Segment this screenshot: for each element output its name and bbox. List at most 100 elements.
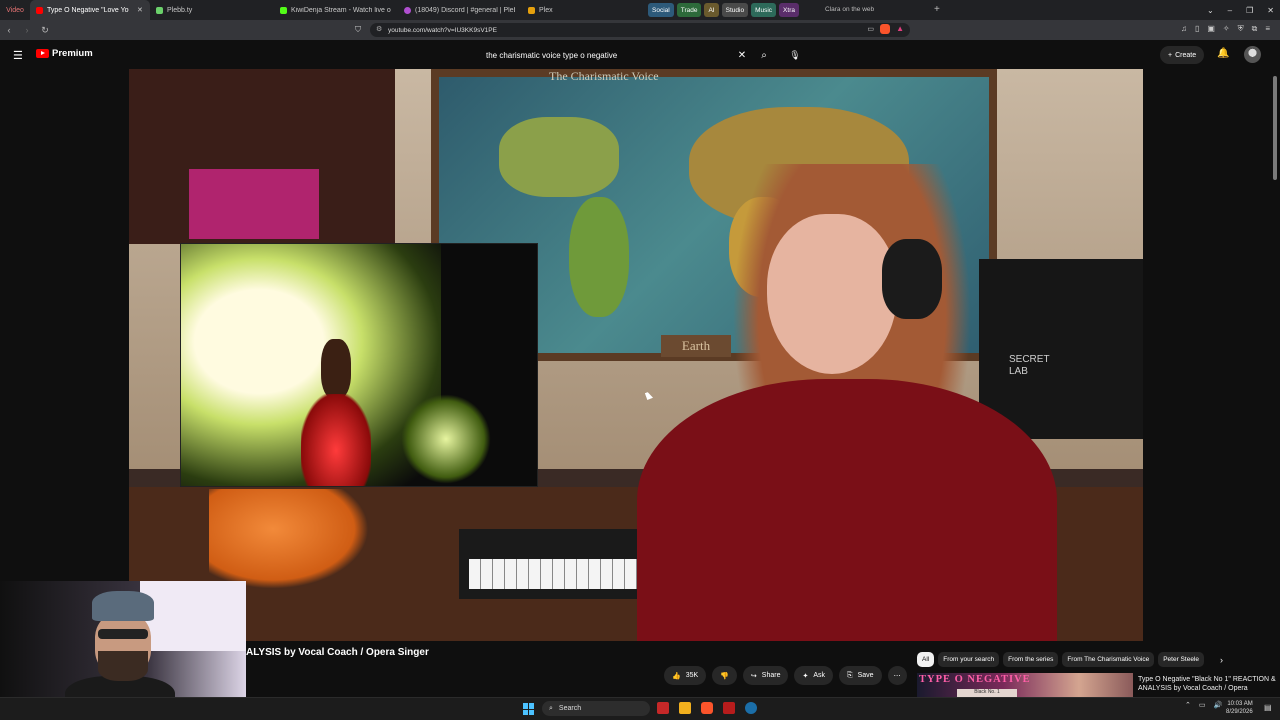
network-icon[interactable]: ▭ bbox=[1199, 701, 1206, 709]
sidebar-icon[interactable]: ▯ bbox=[1195, 24, 1199, 34]
dislike-button[interactable]: 👎 bbox=[712, 666, 737, 685]
create-button[interactable]: + Create bbox=[1160, 46, 1205, 64]
tab-group-trade[interactable]: Trade bbox=[676, 3, 702, 17]
new-tab-icon[interactable]: + bbox=[934, 4, 940, 15]
hamburger-menu-icon[interactable]: ☰ bbox=[13, 49, 23, 62]
page-scrollbar[interactable] bbox=[1273, 76, 1277, 180]
create-label: Create bbox=[1175, 51, 1197, 59]
site-info-icon[interactable]: ⚙ bbox=[376, 25, 382, 33]
cast-icon[interactable]: ▭ bbox=[867, 25, 874, 33]
steam-icon[interactable] bbox=[745, 702, 757, 714]
video-tab-indicator[interactable]: Video bbox=[0, 0, 30, 20]
minimize-icon[interactable]: – bbox=[1228, 6, 1232, 15]
chip-from-your-search[interactable]: From your search bbox=[938, 652, 1000, 667]
microphone-icon[interactable]: 🎙 bbox=[787, 47, 803, 63]
extension-icons: ♫ ▯ ▣ ✧ ⛨ ⧉ ≡ bbox=[1181, 24, 1270, 34]
recommended-title[interactable]: Type O Negative "Black No 1" REACTION & … bbox=[1138, 675, 1276, 693]
tab-plebbty[interactable]: Plebb.ty bbox=[150, 0, 274, 20]
map-land-south-america bbox=[569, 197, 629, 317]
search-input[interactable]: the charismatic voice type o negative bbox=[480, 51, 732, 60]
close-window-icon[interactable]: ✕ bbox=[1267, 6, 1274, 15]
webcam-beard bbox=[98, 651, 148, 681]
youtube-play-icon bbox=[36, 49, 49, 58]
save-label: Save bbox=[857, 672, 874, 679]
inset-figure bbox=[321, 339, 351, 399]
presenter-body bbox=[637, 379, 1057, 641]
video-inset-music-clip bbox=[180, 243, 538, 487]
tab-group-ai[interactable]: AI bbox=[704, 3, 719, 17]
chip-all[interactable]: All bbox=[917, 652, 935, 667]
windows-start-icon[interactable] bbox=[523, 703, 535, 715]
chevron-right-icon[interactable]: › bbox=[1214, 652, 1229, 667]
map-title: The Charismatic Voice bbox=[549, 69, 659, 83]
tab-label: KiwiDenja Stream - Watch live on Ki... bbox=[291, 6, 391, 14]
taskbar-app-news-icon[interactable] bbox=[723, 702, 735, 714]
tab-search-icon[interactable]: ⌄ bbox=[1207, 6, 1214, 15]
volume-icon[interactable]: 🔊 bbox=[1214, 701, 1223, 709]
restore-icon[interactable]: ❐ bbox=[1246, 6, 1253, 15]
tab-kick-stream[interactable]: KiwiDenja Stream - Watch live on Ki... bbox=[274, 0, 398, 20]
forward-icon[interactable]: › bbox=[18, 25, 36, 35]
clock-date: 8/29/2026 bbox=[1226, 709, 1253, 715]
browser-menu-icon[interactable]: ≡ bbox=[1265, 24, 1270, 34]
more-icon: ⋯ bbox=[893, 672, 901, 680]
like-button[interactable]: 👍 35K bbox=[664, 666, 707, 685]
reload-icon[interactable]: ↻ bbox=[36, 25, 54, 36]
tray-chevron-icon[interactable]: ⌃ bbox=[1185, 701, 1191, 709]
bookmark-icon[interactable]: ⛉ bbox=[355, 25, 361, 35]
video-title: ALYSIS by Vocal Coach / Opera Singer bbox=[246, 647, 429, 658]
save-button[interactable]: ⎘ Save bbox=[839, 666, 882, 685]
taskbar-search[interactable]: ⌕ Search bbox=[542, 701, 650, 716]
search-box[interactable]: the charismatic voice type o negative ✕ … bbox=[480, 46, 776, 64]
rewards-icon[interactable]: ▲ bbox=[896, 24, 904, 33]
leo-icon[interactable]: ✧ bbox=[1223, 24, 1230, 34]
account-avatar[interactable] bbox=[1244, 46, 1261, 63]
taskbar-app-red-icon[interactable] bbox=[657, 702, 669, 714]
vpn-icon[interactable]: ⛨ bbox=[1238, 24, 1244, 34]
search-icon[interactable]: ⌕ bbox=[752, 50, 776, 61]
brave-shield-icon[interactable] bbox=[880, 24, 890, 34]
share-button[interactable]: ↪ Share bbox=[742, 666, 789, 685]
related-chips: All From your search From the series Fro… bbox=[917, 652, 1229, 667]
plex-favicon-icon bbox=[528, 6, 535, 14]
back-icon[interactable]: ‹ bbox=[0, 25, 18, 35]
tab-label: (18049) Discord | #general | Plebb... bbox=[415, 6, 515, 14]
taskbar-clock[interactable]: 10:03 AM 8/29/2026 bbox=[1226, 700, 1253, 716]
chip-from-the-series[interactable]: From the series bbox=[1003, 652, 1059, 667]
file-explorer-icon[interactable] bbox=[679, 702, 691, 714]
tab-youtube[interactable]: Type O Negative "Love You to Death"... ✕ bbox=[30, 0, 150, 20]
system-tray: ⌃ ▭ 🔊 bbox=[1185, 701, 1222, 709]
notifications-bell-icon[interactable]: 🔔 bbox=[1217, 48, 1229, 59]
tab-label: Type O Negative "Love You to Death"... bbox=[47, 6, 129, 14]
ask-button[interactable]: ✦ Ask bbox=[794, 666, 834, 685]
clear-search-icon[interactable]: ✕ bbox=[732, 50, 752, 61]
tab-group-xtra[interactable]: Xtra bbox=[779, 3, 799, 17]
address-bar[interactable]: ⚙ youtube.com/watch?v=IU3KK9sV1PE ▭ ▲ bbox=[370, 23, 910, 37]
thumbs-up-icon: 👍 bbox=[672, 672, 681, 680]
more-actions-button[interactable]: ⋯ bbox=[887, 666, 907, 685]
webcam-hat bbox=[92, 591, 154, 621]
chip-from-channel[interactable]: From The Charismatic Voice bbox=[1062, 652, 1155, 667]
youtube-logo[interactable]: Premium bbox=[36, 48, 93, 59]
taskbar-search-label: Search bbox=[558, 705, 582, 712]
clock-time: 10:03 AM bbox=[1227, 701, 1253, 707]
share-icon: ↪ bbox=[750, 672, 757, 680]
like-count: 35K bbox=[685, 672, 699, 679]
media-icon[interactable]: ♫ bbox=[1181, 24, 1187, 34]
tab-group-studio[interactable]: Studio bbox=[721, 3, 749, 17]
tab-clara[interactable]: Clara on the web bbox=[825, 6, 874, 13]
tab-group-social[interactable]: Social bbox=[648, 3, 674, 17]
extensions-icon[interactable]: ⧉ bbox=[1252, 24, 1258, 34]
wallet-icon[interactable]: ▣ bbox=[1207, 24, 1215, 34]
tab-close-icon[interactable]: ✕ bbox=[137, 6, 143, 14]
video-shelf-box bbox=[189, 169, 319, 239]
notification-center-icon[interactable]: ▤ bbox=[1264, 703, 1272, 712]
tab-discord[interactable]: (18049) Discord | #general | Plebb... bbox=[398, 0, 522, 20]
share-label: Share bbox=[761, 672, 781, 679]
chip-peter-steele[interactable]: Peter Steele bbox=[1158, 652, 1204, 667]
thumbnail-subtitle: Black No. 1 bbox=[957, 689, 1017, 697]
tab-group-music[interactable]: Music bbox=[751, 3, 777, 17]
tab-plex[interactable]: Plex bbox=[522, 0, 622, 20]
brave-browser-icon[interactable] bbox=[701, 702, 713, 714]
inset-red-dress bbox=[301, 394, 371, 486]
